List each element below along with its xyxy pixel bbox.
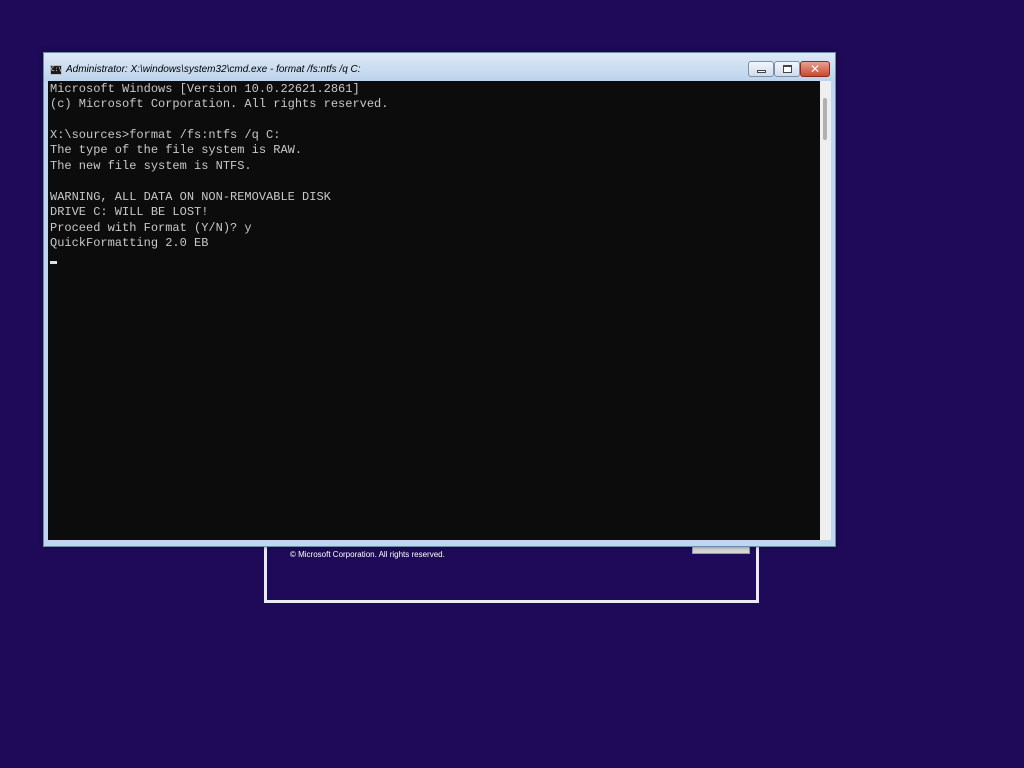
console-line: DRIVE C: WILL BE LOST! xyxy=(50,205,209,219)
minimize-icon xyxy=(757,70,766,73)
window-title: Administrator: X:\windows\system32\cmd.e… xyxy=(66,64,361,75)
console-line: The type of the file system is RAW. xyxy=(50,143,303,157)
minimize-button[interactable] xyxy=(748,61,774,77)
cmd-icon: C:\ xyxy=(50,65,62,75)
console-line: QuickFormatting 2.0 EB xyxy=(50,236,209,250)
close-button[interactable]: ✕ xyxy=(800,61,830,77)
console-line: The new file system is NTFS. xyxy=(50,159,252,173)
close-icon: ✕ xyxy=(809,62,821,76)
vertical-scrollbar[interactable] xyxy=(820,81,831,540)
cmd-window: C:\ Administrator: X:\windows\system32\c… xyxy=(43,52,836,547)
maximize-button[interactable] xyxy=(774,61,800,77)
maximize-icon xyxy=(783,65,792,73)
setup-copyright: © Microsoft Corporation. All rights rese… xyxy=(290,550,445,559)
console-output[interactable]: Microsoft Windows [Version 10.0.22621.28… xyxy=(48,81,820,540)
console-line: X:\sources>format /fs:ntfs /q C: xyxy=(50,128,281,142)
console-line: WARNING, ALL DATA ON NON-REMOVABLE DISK xyxy=(50,190,331,204)
scrollbar-thumb[interactable] xyxy=(823,98,827,140)
console-line: Microsoft Windows [Version 10.0.22621.28… xyxy=(50,82,360,96)
console-line: (c) Microsoft Corporation. All rights re… xyxy=(50,97,389,111)
title-bar[interactable]: C:\ Administrator: X:\windows\system32\c… xyxy=(44,53,835,81)
text-cursor xyxy=(50,261,57,264)
console-line: Proceed with Format (Y/N)? y xyxy=(50,221,252,235)
